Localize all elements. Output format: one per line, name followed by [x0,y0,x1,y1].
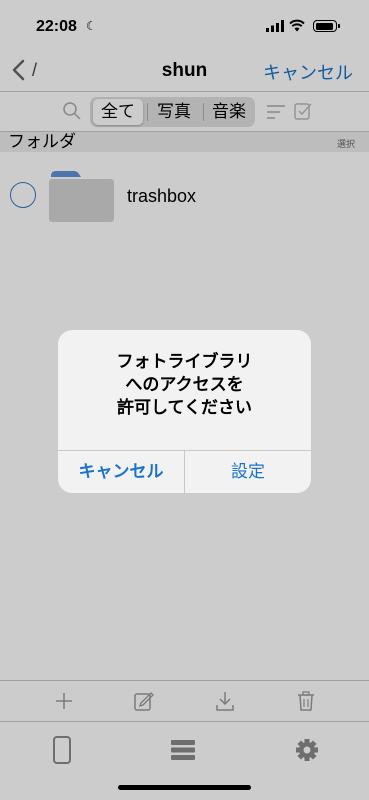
alert-title-line: 許可してください [117,398,252,417]
alert-cancel-button[interactable]: キャンセル [58,450,184,493]
alert-settings-button[interactable]: 設定 [185,450,311,493]
alert-title-line: へのアクセスを [125,375,244,394]
permission-alert: フォトライブラリ へのアクセスを 許可してください キャンセル 設定 [58,330,311,493]
home-indicator[interactable] [118,785,251,790]
alert-title: フォトライブラリ へのアクセスを 許可してください [58,350,311,419]
alert-title-line: フォトライブラリ [116,352,253,371]
